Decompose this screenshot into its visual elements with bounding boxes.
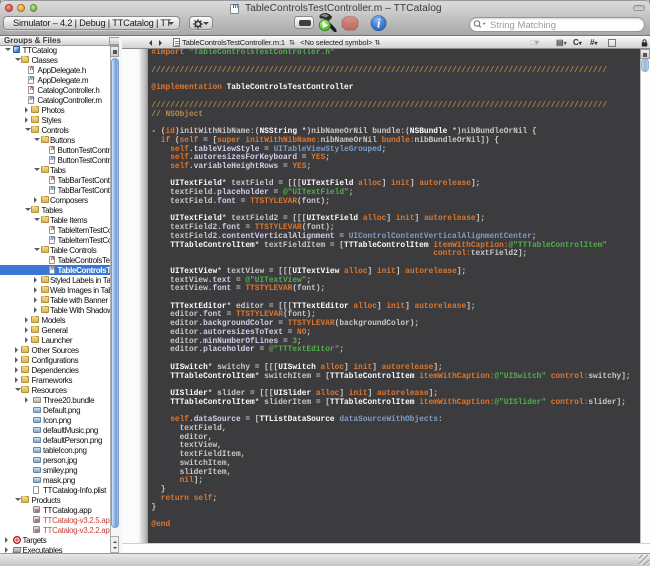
- svg-text:i: i: [377, 16, 381, 30]
